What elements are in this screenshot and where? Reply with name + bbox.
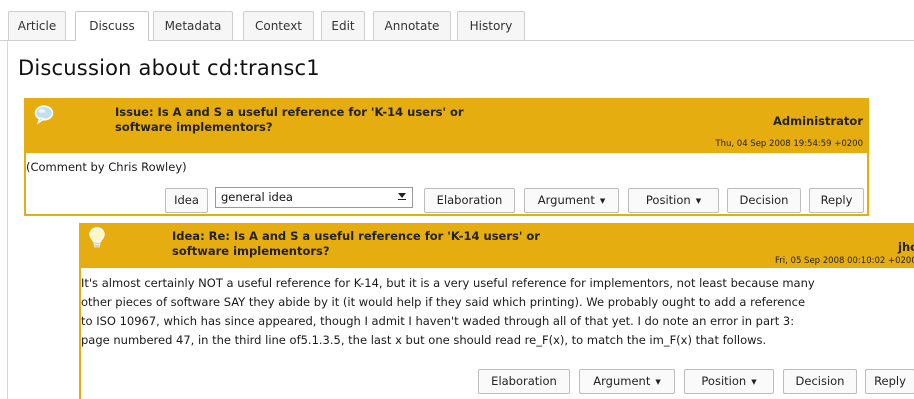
argument-button[interactable]: Argument ▼	[579, 369, 675, 394]
comment-idea: Idea: Re: Is A and S a useful reference …	[79, 223, 914, 399]
tab-label: Annotate	[384, 19, 440, 33]
triangle-down-icon: ▼	[655, 378, 661, 386]
comment-date: Fri, 05 Sep 2008 00:10:02 +0200	[775, 256, 914, 266]
select-underline	[398, 199, 406, 200]
lightbulb-icon	[89, 227, 105, 253]
tab-metadata[interactable]: Metadata	[153, 11, 233, 40]
body-line: page numbered 47, in the third line of5.…	[81, 333, 767, 347]
argument-label: Argument	[537, 193, 595, 207]
tab-annotate[interactable]: Annotate	[373, 11, 451, 40]
divider	[7, 41, 8, 399]
tab-label: History	[469, 19, 513, 33]
decision-button[interactable]: Decision	[727, 188, 801, 213]
comment-body: It's almost certainly NOT a useful refer…	[81, 274, 815, 350]
comment-subject: Idea: Re: Is A and S a useful reference …	[172, 229, 540, 259]
position-button[interactable]: Position ▼	[684, 369, 774, 394]
speech-bubble-icon	[34, 105, 54, 129]
tab-context[interactable]: Context	[243, 11, 314, 40]
body-line: to ISO 10967, which has since appeared, …	[81, 314, 795, 328]
comment-author[interactable]: jhc	[898, 240, 914, 254]
tab-article[interactable]: Article	[8, 11, 66, 40]
triangle-down-icon: ▼	[751, 378, 757, 386]
page-title: Discussion about cd:transc1	[18, 56, 320, 80]
reply-button[interactable]: Reply	[809, 188, 864, 213]
tab-bar: Article Discuss Metadata Context Edit An…	[0, 0, 914, 41]
idea-button[interactable]: Idea	[165, 188, 208, 213]
tab-label: Article	[17, 19, 57, 33]
comment-subject: Issue: Is A and S a useful reference for…	[115, 105, 464, 135]
position-label: Position	[701, 374, 747, 388]
comment-date: Thu, 04 Sep 2008 19:54:59 +0200	[715, 139, 863, 149]
argument-button[interactable]: Argument ▼	[524, 188, 619, 213]
idea-type-select[interactable]: general idea	[215, 187, 413, 208]
tab-discuss[interactable]: Discuss	[75, 11, 149, 41]
body-line: It's almost certainly NOT a useful refer…	[81, 276, 815, 290]
body-line: (Comment by Chris Rowley)	[26, 160, 187, 174]
tab-label: Context	[254, 19, 302, 33]
subject-line: Idea: Re: Is A and S a useful reference …	[172, 229, 540, 243]
elaboration-button[interactable]: Elaboration	[478, 369, 570, 394]
argument-label: Argument	[593, 374, 651, 388]
tab-label: Edit	[331, 19, 355, 33]
tab-history[interactable]: History	[457, 11, 525, 40]
reply-button[interactable]: Reply	[865, 369, 914, 394]
decision-button[interactable]: Decision	[783, 369, 857, 394]
position-label: Position	[645, 193, 691, 207]
triangle-down-icon: ▼	[599, 197, 606, 205]
elaboration-button[interactable]: Elaboration	[424, 188, 515, 213]
comment-body: (Comment by Chris Rowley)	[26, 158, 187, 177]
subject-line: software implementors?	[172, 244, 330, 258]
idea-type-value: general idea	[221, 190, 293, 204]
position-button[interactable]: Position ▼	[628, 188, 719, 213]
subject-line: software implementors?	[115, 120, 273, 134]
subject-line: Issue: Is A and S a useful reference for…	[115, 105, 464, 119]
tab-edit[interactable]: Edit	[321, 11, 365, 40]
tab-label: Discuss	[89, 19, 135, 33]
tab-label: Metadata	[164, 19, 222, 33]
chevron-down-icon	[398, 193, 406, 198]
body-line: other pieces of software SAY they abide …	[81, 295, 806, 309]
comment-header: Issue: Is A and S a useful reference for…	[26, 100, 867, 153]
comment-author[interactable]: Administrator	[773, 114, 863, 128]
triangle-down-icon: ▼	[695, 197, 702, 205]
comment-header: Idea: Re: Is A and S a useful reference …	[81, 225, 914, 268]
comment-issue: Issue: Is A and S a useful reference for…	[24, 98, 869, 216]
